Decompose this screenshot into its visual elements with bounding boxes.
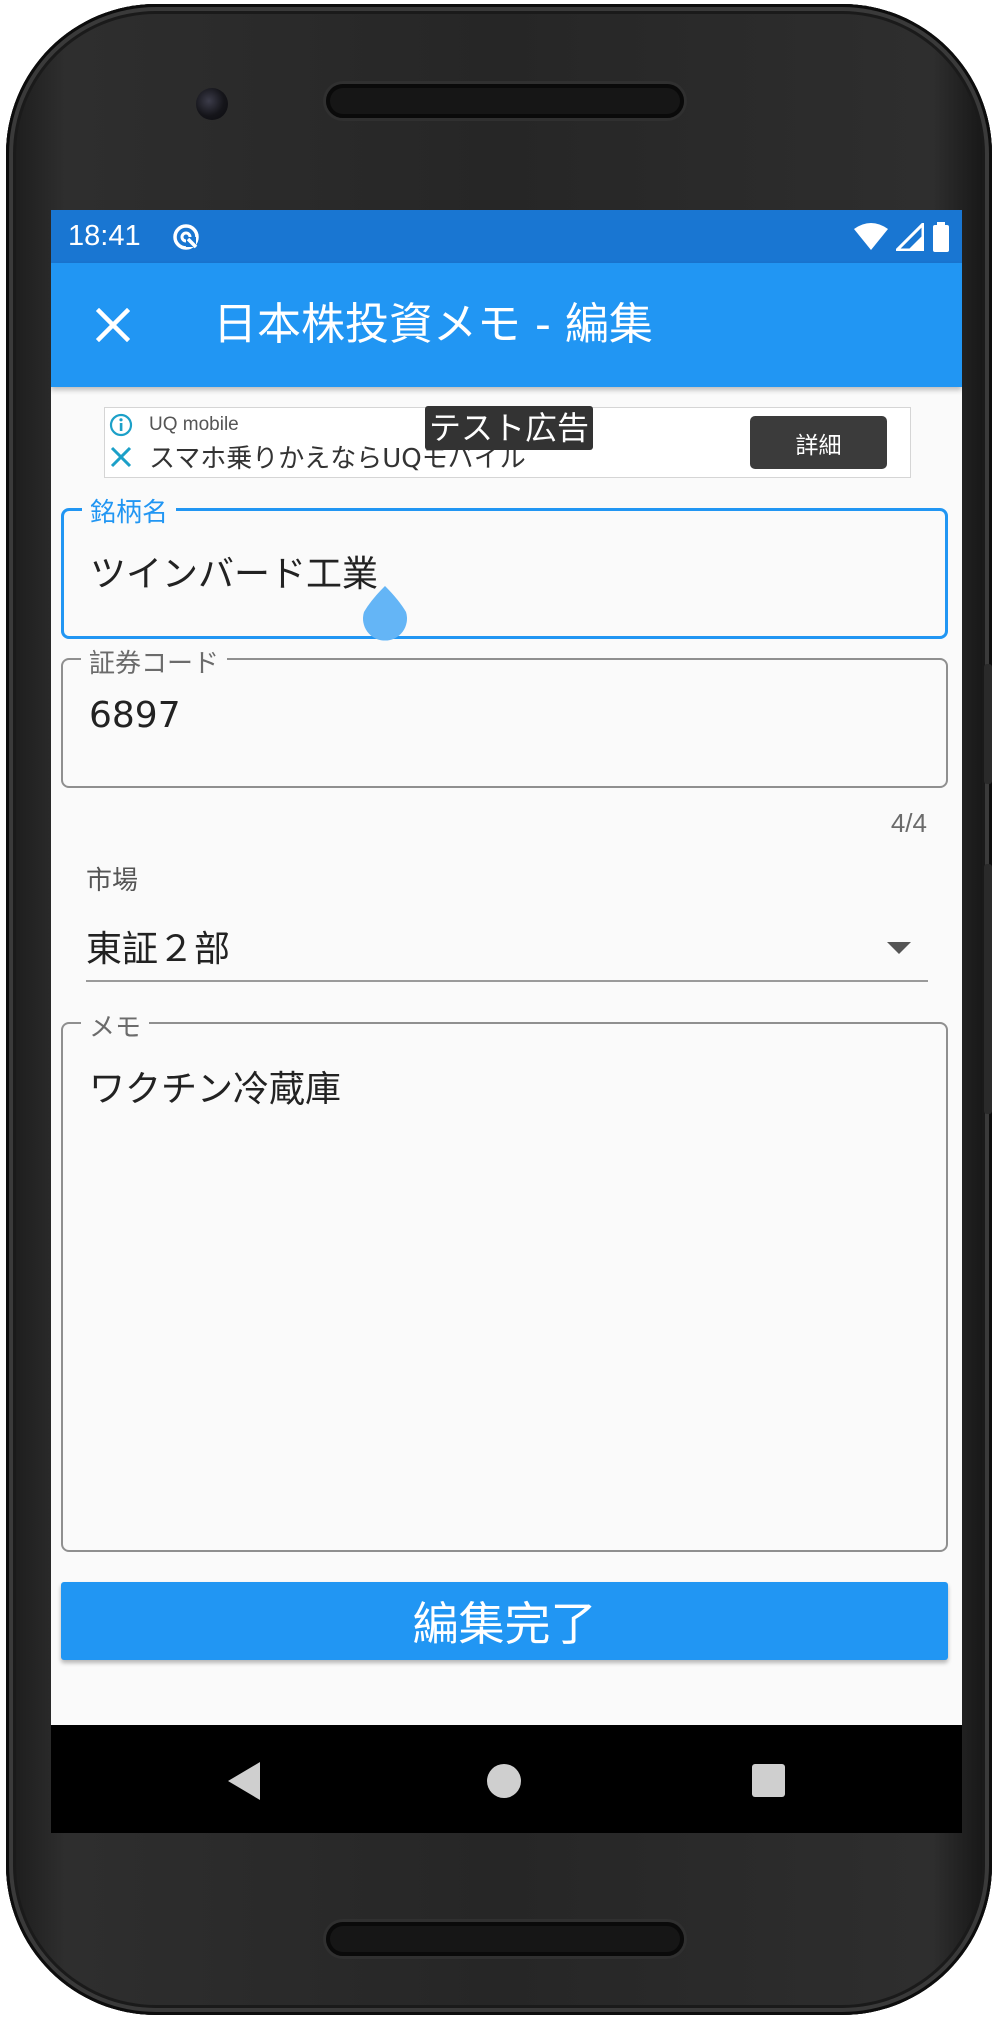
memo-input[interactable]: ワクチン冷蔵庫 <box>89 1060 341 1112</box>
stock-name-input[interactable]: ツインバード工業 <box>90 545 378 597</box>
screen: 18:41 日本株投資メモ - 編集 UQ mobile スマホ乗りかえならUQ… <box>51 210 962 1833</box>
memo-label: メモ <box>81 1007 150 1044</box>
status-time: 18:41 <box>68 220 141 252</box>
ad-test-label: テスト広告 <box>425 406 594 450</box>
submit-edit-button[interactable]: 編集完了 <box>61 1582 948 1660</box>
stock-name-label: 銘柄名 <box>82 492 177 529</box>
securities-code-field[interactable]: 証券コード 6897 <box>61 643 948 788</box>
select-underline <box>86 980 928 982</box>
securities-code-label: 証券コード <box>81 643 228 680</box>
app-bar: 日本株投資メモ - 編集 <box>51 263 962 387</box>
home-icon[interactable] <box>487 1764 521 1798</box>
memo-field[interactable]: メモ ワクチン冷蔵庫 <box>61 1007 948 1552</box>
power-button <box>984 864 992 1114</box>
close-icon <box>96 308 130 342</box>
character-counter: 4/4 <box>890 808 927 838</box>
sync-icon <box>173 224 199 250</box>
dropdown-arrow-icon[interactable] <box>887 942 911 954</box>
ad-advertiser: UQ mobile <box>149 414 239 435</box>
battery-icon <box>933 222 949 252</box>
back-icon[interactable] <box>228 1762 260 1800</box>
wifi-icon <box>854 223 888 250</box>
text-cursor-handle[interactable] <box>361 586 409 644</box>
market-select[interactable]: 東証２部 <box>86 920 230 972</box>
ad-close-icon[interactable] <box>109 445 133 469</box>
info-icon[interactable] <box>109 413 133 437</box>
ad-banner[interactable]: UQ mobile スマホ乗りかえならUQモバイル テスト広告 詳細 <box>104 406 911 478</box>
navigation-bar <box>51 1725 962 1833</box>
status-bar: 18:41 <box>51 210 962 263</box>
recent-apps-icon[interactable] <box>752 1764 785 1797</box>
phone-frame: 18:41 日本株投資メモ - 編集 UQ mobile スマホ乗りかえならUQ… <box>6 4 992 2015</box>
market-label: 市場 <box>86 866 139 896</box>
ad-details-button[interactable]: 詳細 <box>750 416 887 469</box>
bottom-speaker <box>326 1922 684 1956</box>
securities-code-input[interactable]: 6897 <box>89 695 181 736</box>
close-button[interactable] <box>85 297 141 353</box>
page-title: 日本株投資メモ - 編集 <box>213 299 653 350</box>
volume-button <box>984 664 992 784</box>
stock-name-field[interactable]: 銘柄名 ツインバード工業 <box>61 492 948 639</box>
signal-icon <box>896 223 924 251</box>
front-camera <box>196 88 228 120</box>
top-speaker <box>326 84 684 118</box>
